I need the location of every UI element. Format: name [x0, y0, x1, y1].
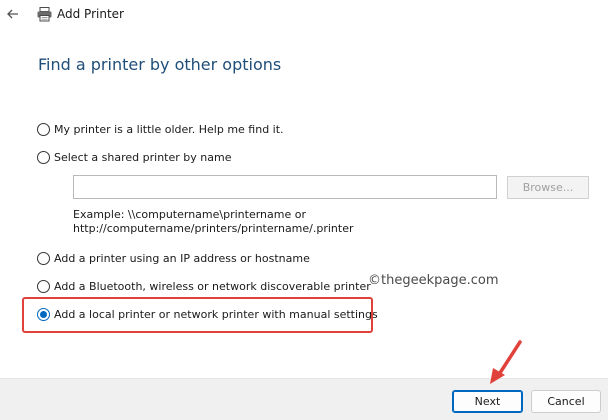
- cancel-button[interactable]: Cancel: [531, 390, 601, 413]
- option-shared-printer[interactable]: Select a shared printer by name: [37, 149, 231, 165]
- browse-button[interactable]: Browse...: [507, 176, 589, 199]
- window-title: Add Printer: [57, 7, 124, 21]
- radio-icon[interactable]: [37, 279, 50, 293]
- option-ip-address[interactable]: Add a printer using an IP address or hos…: [37, 250, 310, 266]
- option-bluetooth-wireless[interactable]: Add a Bluetooth, wireless or network dis…: [37, 278, 371, 294]
- watermark: ©thegeekpage.com: [368, 273, 499, 288]
- radio-icon[interactable]: [37, 122, 50, 136]
- option-label: Add a Bluetooth, wireless or network dis…: [54, 279, 371, 293]
- option-older-printer[interactable]: My printer is a little older. Help me fi…: [37, 121, 284, 137]
- annotation-arrow-icon: [490, 340, 522, 384]
- title-bar: Add Printer: [0, 0, 608, 30]
- shared-printer-name-input[interactable]: [73, 175, 497, 199]
- example-line-2: http://computername/printers/printername…: [73, 222, 354, 235]
- example-line-1: Example: \\computername\printername or: [73, 208, 306, 221]
- example-text: Example: \\computername\printername or h…: [73, 208, 354, 236]
- radio-icon[interactable]: [37, 150, 50, 164]
- next-button[interactable]: Next: [452, 390, 523, 413]
- radio-icon[interactable]: [37, 251, 50, 265]
- option-label: My printer is a little older. Help me fi…: [54, 122, 284, 136]
- back-arrow-icon[interactable]: [6, 7, 20, 21]
- option-label: Add a printer using an IP address or hos…: [54, 251, 310, 265]
- printer-icon: [37, 7, 52, 22]
- option-label: Select a shared printer by name: [54, 150, 232, 164]
- page-heading: Find a printer by other options: [38, 55, 282, 74]
- highlight-box: [22, 297, 373, 333]
